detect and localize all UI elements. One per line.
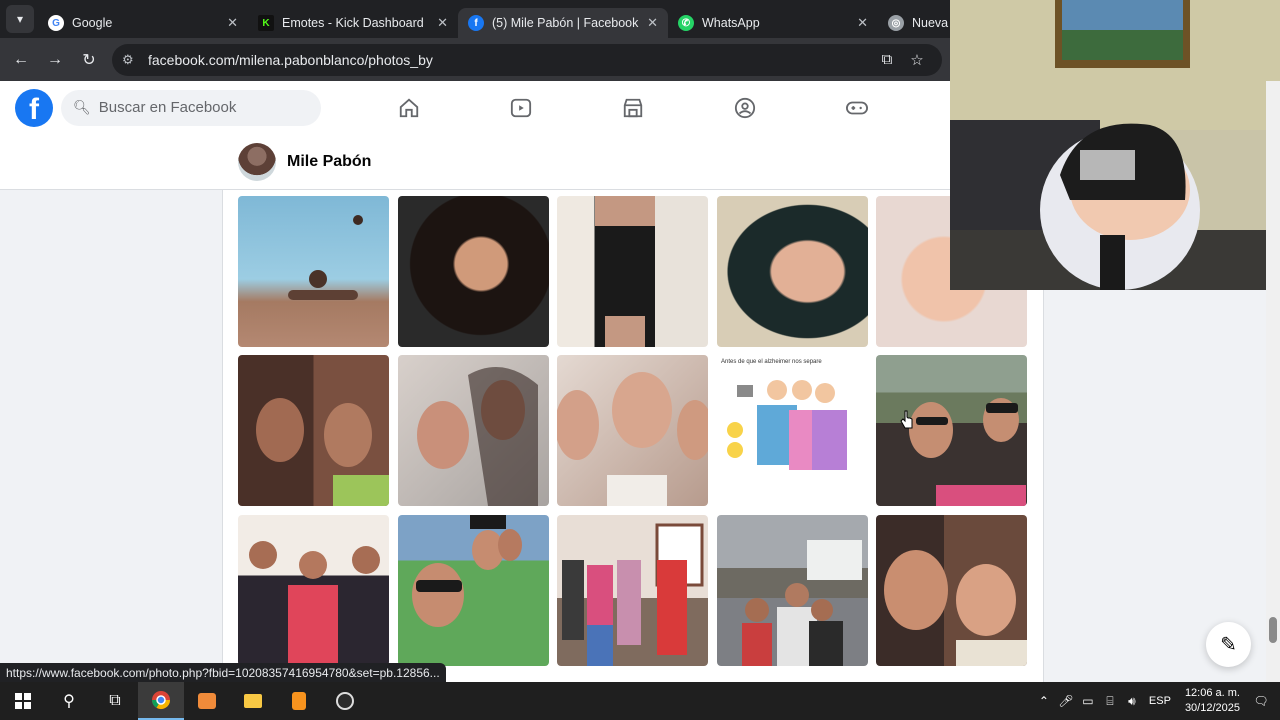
windows-start-icon[interactable]	[0, 682, 46, 720]
search-input[interactable]: 🔍︎ Buscar en Facebook	[61, 89, 321, 126]
system-tray: ⌃ 🎤︎ ▭ ⌸ 🔊︎ ESP 12:06 a. m. 30/12/2025 🗨…	[1033, 682, 1280, 720]
clock-time: 12:06 a. m.	[1184, 687, 1240, 699]
clock-date: 30/12/2025	[1184, 702, 1240, 714]
omnibox[interactable]: ⚙ facebook.com/milena.pabonblanco/photos…	[112, 43, 942, 76]
file-explorer-icon[interactable]	[230, 682, 276, 720]
url-text[interactable]: facebook.com/milena.pabonblanco/photos_b…	[148, 52, 872, 68]
close-icon[interactable]: ✕	[437, 15, 448, 31]
obs-icon[interactable]	[322, 682, 368, 720]
tab-search-button[interactable]: ▾	[6, 5, 34, 33]
forward-arrow-icon[interactable]: →	[38, 51, 72, 69]
tab-kick[interactable]: K Emotes - Kick Dashboard ✕	[248, 8, 458, 38]
compose-icon: ✎	[1220, 634, 1237, 656]
cartoon-caption: Antes de que el alzheimer nos separe	[721, 359, 822, 365]
groups-icon[interactable]	[732, 95, 758, 121]
photo-thumbnail[interactable]: Antes de que el alzheimer nos separe	[717, 355, 868, 506]
photo-thumbnail[interactable]	[557, 515, 708, 666]
photo-thumbnail[interactable]	[876, 515, 1027, 666]
scrollbar-thumb[interactable]	[1269, 617, 1277, 643]
photo-thumbnail[interactable]	[398, 515, 549, 666]
search-icon: 🔍︎	[73, 99, 91, 115]
photo-thumbnail[interactable]	[238, 515, 389, 666]
tab-title: (5) Mile Pabón | Facebook	[492, 16, 639, 30]
close-icon[interactable]: ✕	[227, 15, 238, 31]
tab-title: Emotes - Kick Dashboard	[282, 16, 424, 30]
photo-thumbnail[interactable]	[398, 196, 549, 347]
hand-cursor-icon	[900, 410, 913, 429]
bookmark-star-icon[interactable]: ☆	[902, 51, 932, 69]
photo-thumbnail[interactable]	[557, 196, 708, 347]
chrome-icon: ◎	[888, 15, 904, 31]
search-placeholder: Buscar en Facebook	[98, 99, 237, 116]
photo-thumbnail[interactable]	[717, 515, 868, 666]
photo-thumbnail[interactable]	[238, 196, 389, 347]
reload-icon[interactable]: ↻	[72, 50, 106, 70]
back-arrow-icon[interactable]: ←	[4, 51, 38, 69]
chrome-icon[interactable]	[138, 682, 184, 720]
home-icon[interactable]	[396, 95, 422, 121]
page-scrollbar[interactable]	[1266, 81, 1280, 682]
network-icon[interactable]: ⌸	[1099, 694, 1121, 709]
language-indicator[interactable]: ESP	[1149, 695, 1171, 707]
marketplace-icon[interactable]	[620, 95, 646, 121]
site-settings-icon[interactable]: ⚙	[122, 52, 144, 68]
tab-google[interactable]: G Google ✕	[38, 8, 248, 38]
search-icon[interactable]: ⚲	[46, 682, 92, 720]
tab-whatsapp[interactable]: ✆ WhatsApp ✕	[668, 8, 878, 38]
facebook-icon: f	[468, 15, 484, 31]
media-player-icon[interactable]	[184, 682, 230, 720]
google-icon: G	[48, 15, 64, 31]
close-icon[interactable]: ✕	[647, 15, 658, 31]
link-status-tooltip: https://www.facebook.com/photo.php?fbid=…	[0, 663, 446, 683]
profile-name[interactable]: Mile Pabón	[287, 153, 371, 171]
windows-taskbar: ⚲ ⧉ ⌃ 🎤︎ ▭ ⌸ 🔊︎ ESP 12:06 a. m. 30/12/20…	[0, 682, 1280, 720]
photo-thumbnail[interactable]	[557, 355, 708, 506]
facebook-logo-icon[interactable]: f	[15, 88, 53, 127]
photo-thumbnail[interactable]	[398, 355, 549, 506]
tab-title: Google	[72, 16, 113, 30]
webcam-overlay	[950, 0, 1280, 290]
profile-bar: Mile Pabón	[0, 134, 950, 190]
photo-thumbnail[interactable]	[717, 196, 868, 347]
address-bar-row: ← → ↻ ⚙ facebook.com/milena.pabonblanco/…	[0, 38, 950, 81]
task-view-icon[interactable]: ⧉	[92, 682, 138, 720]
chevron-up-icon[interactable]: ⌃	[1033, 694, 1055, 708]
avatar[interactable]	[238, 143, 276, 181]
notifications-icon[interactable]: 🗨︎	[1250, 694, 1272, 708]
volume-icon[interactable]: 🔊︎	[1121, 694, 1143, 709]
install-app-icon[interactable]: ⧉	[872, 51, 902, 68]
clock[interactable]: 12:06 a. m. 30/12/2025	[1185, 686, 1240, 716]
tab-title: WhatsApp	[702, 16, 760, 30]
gaming-icon[interactable]	[844, 95, 870, 121]
battery-icon[interactable]: ▭	[1077, 694, 1099, 708]
facebook-header: f 🔍︎ Buscar en Facebook	[0, 81, 950, 134]
close-icon[interactable]: ✕	[857, 15, 868, 31]
photo-thumbnail[interactable]	[238, 355, 389, 506]
whatsapp-icon: ✆	[678, 15, 694, 31]
microphone-icon[interactable]: 🎤︎	[1055, 694, 1077, 708]
kick-icon: K	[258, 15, 274, 31]
video-icon[interactable]	[508, 95, 534, 121]
photo-thumbnail[interactable]	[876, 355, 1027, 506]
tab-facebook[interactable]: f (5) Mile Pabón | Facebook ✕	[458, 8, 668, 38]
new-message-button[interactable]: ✎	[1206, 622, 1251, 667]
fl-studio-icon[interactable]	[276, 682, 322, 720]
